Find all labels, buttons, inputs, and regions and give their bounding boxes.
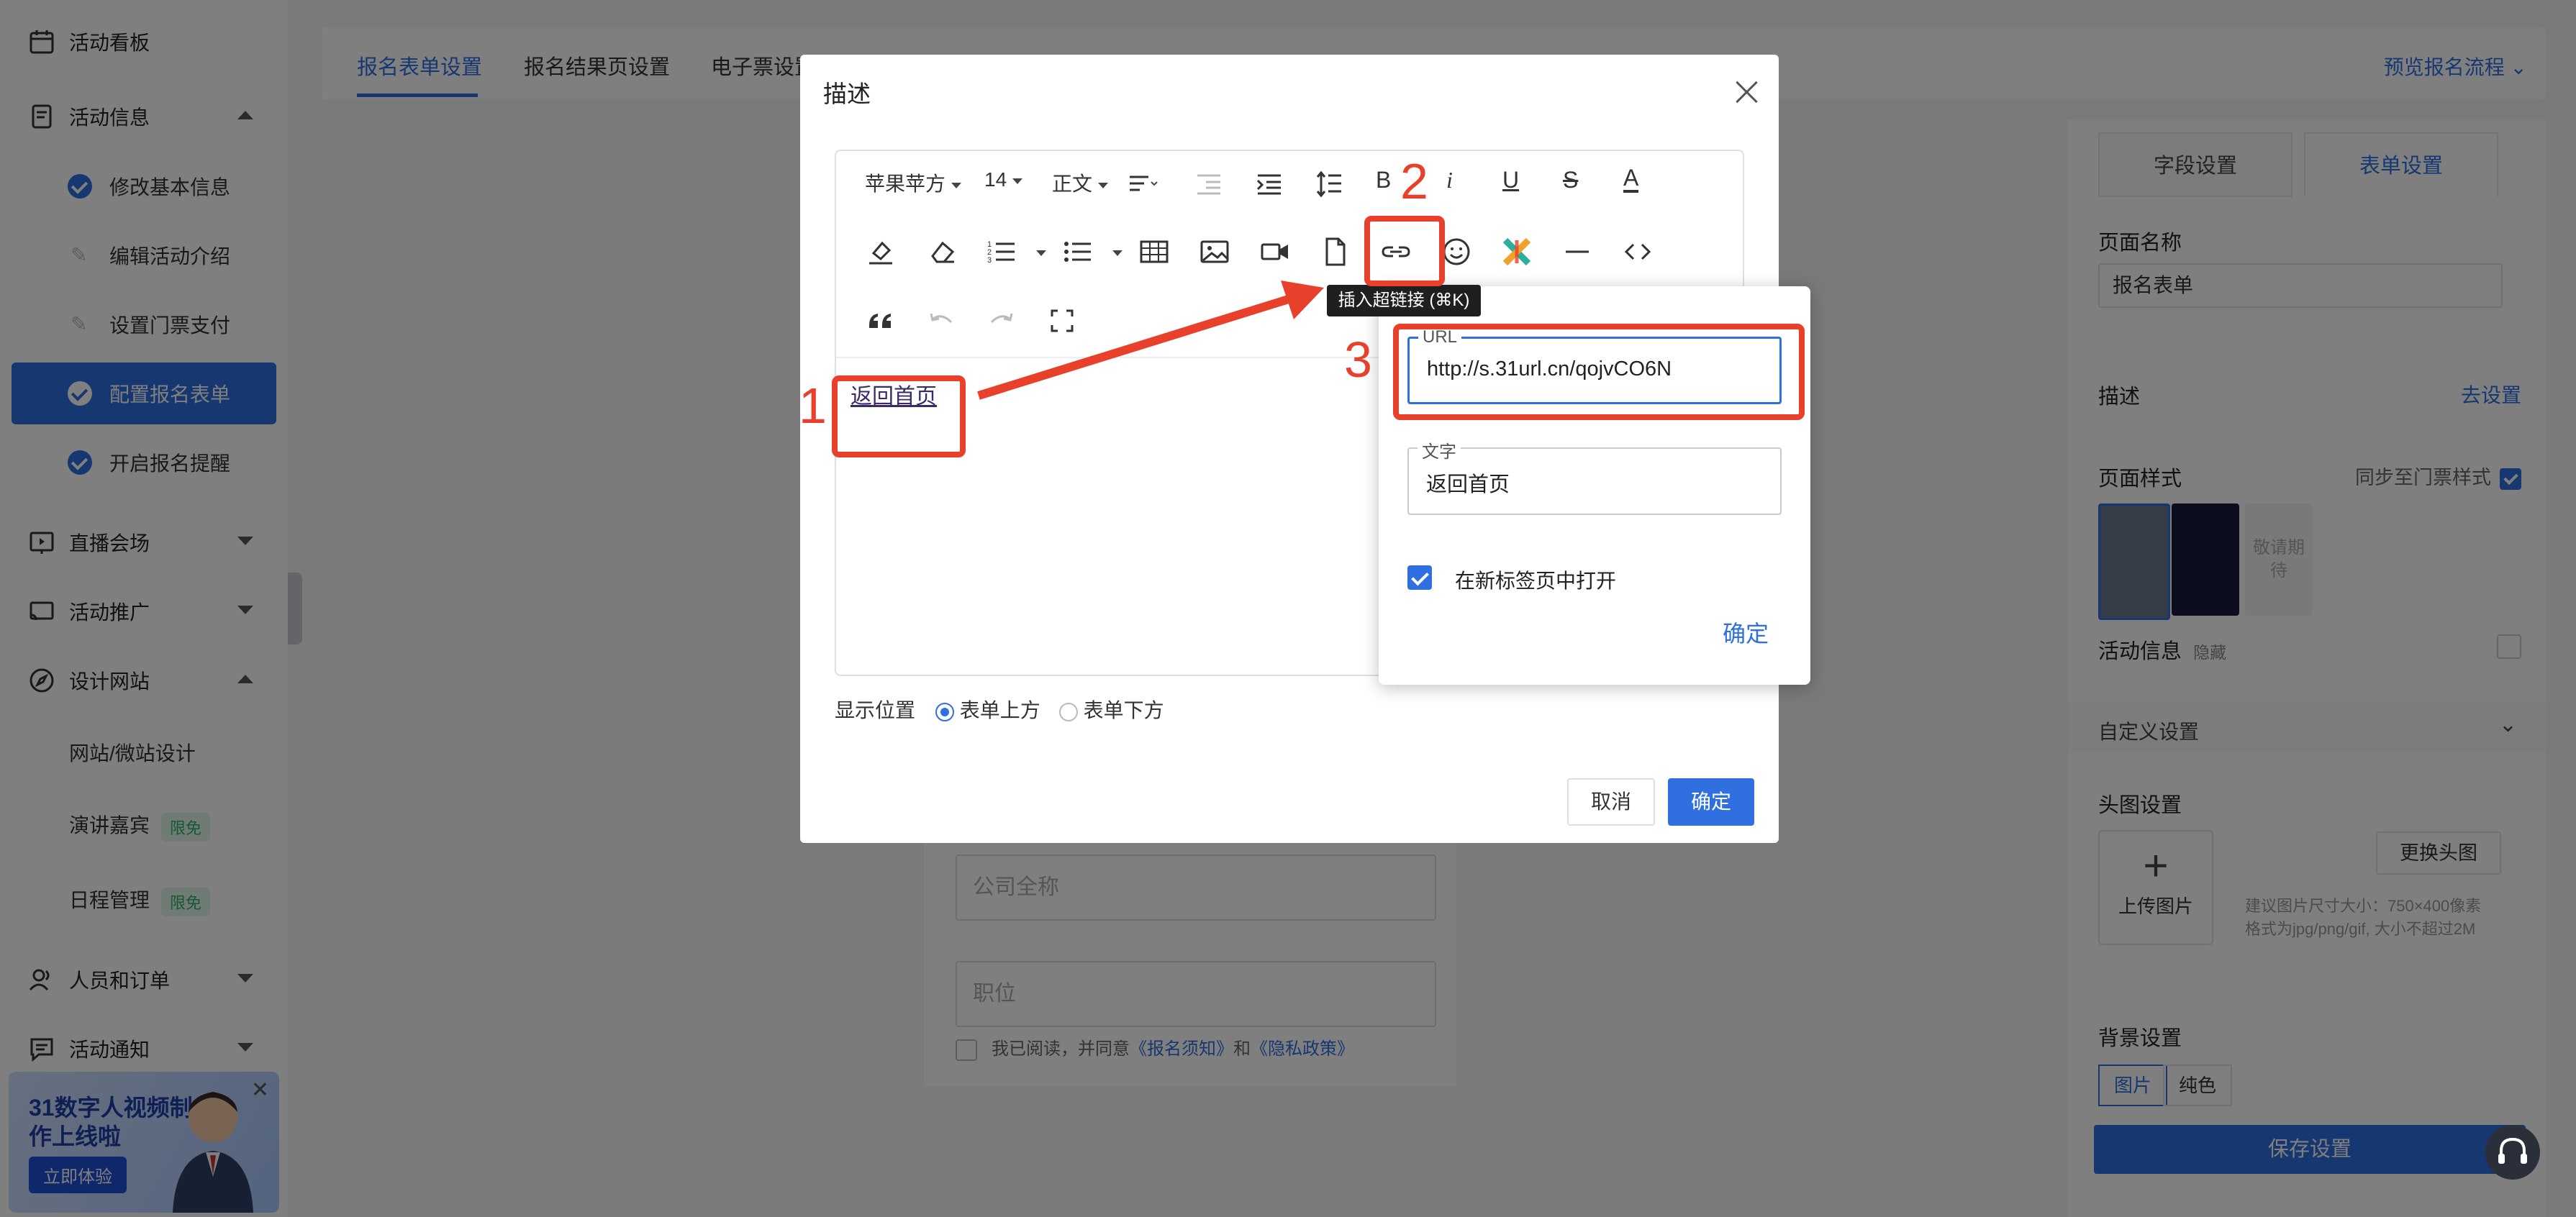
paragraph-value: 正文 — [1052, 173, 1093, 195]
video-icon[interactable] — [1259, 236, 1291, 268]
align-icon[interactable] — [1127, 168, 1158, 200]
divider-icon[interactable] — [1561, 236, 1593, 268]
font-family-select[interactable]: 苹果苹方 — [865, 168, 962, 197]
bold-button[interactable]: B — [1376, 167, 1391, 193]
strikethrough-button[interactable]: S — [1563, 167, 1578, 193]
plugin-logo-icon[interactable] — [1501, 236, 1533, 268]
radio-dot — [1058, 702, 1078, 721]
line-height-icon[interactable] — [1314, 168, 1346, 200]
new-tab-label: 在新标签页中打开 — [1455, 570, 1617, 592]
image-icon[interactable] — [1199, 236, 1230, 268]
paragraph-select[interactable]: 正文 — [1052, 168, 1109, 197]
radio-dot — [935, 702, 954, 721]
headset-icon[interactable] — [2485, 1125, 2540, 1180]
dialog-title: 描述 — [823, 81, 871, 107]
annotation-arrow — [977, 281, 1324, 400]
bullet-list-icon[interactable] — [1062, 236, 1094, 268]
underline-button[interactable]: U — [1502, 167, 1519, 193]
annotation-box-2 — [1364, 216, 1445, 286]
confirm-button[interactable]: 确定 — [1668, 778, 1754, 826]
new-tab-checkbox[interactable] — [1407, 565, 1432, 590]
undo-icon[interactable] — [925, 305, 957, 337]
text-value: 返回首页 — [1426, 473, 1510, 496]
annotation-box-1 — [832, 375, 966, 457]
text-label: 文字 — [1418, 437, 1461, 462]
caret-down-icon — [1098, 182, 1109, 188]
caret-down-icon — [1012, 178, 1023, 184]
emoji-icon[interactable] — [1441, 236, 1472, 268]
radio-label: 表单上方 — [959, 699, 1040, 721]
annotation-number-2: 2 — [1400, 153, 1428, 209]
indent-icon[interactable] — [1253, 168, 1285, 200]
file-icon[interactable] — [1320, 236, 1351, 268]
position-label: 显示位置 — [835, 699, 916, 721]
radio-label: 表单下方 — [1083, 699, 1164, 721]
annotation-number-1: 1 — [799, 378, 827, 434]
caret-down-icon[interactable] — [1036, 250, 1046, 256]
table-icon[interactable] — [1138, 236, 1170, 268]
quote-icon[interactable] — [865, 305, 897, 337]
radio-below[interactable]: 表单下方 — [1058, 699, 1164, 721]
eraser-icon[interactable] — [927, 236, 958, 268]
code-icon[interactable] — [1622, 236, 1654, 268]
close-icon[interactable] — [1736, 81, 1759, 104]
font-size-select[interactable]: 14 — [984, 168, 1023, 191]
cancel-button[interactable]: 取消 — [1567, 778, 1655, 826]
svg-text:3: 3 — [987, 256, 992, 265]
caret-down-icon — [951, 182, 962, 188]
outdent-icon[interactable] — [1193, 168, 1225, 200]
display-position-row: 显示位置 表单上方 表单下方 — [835, 695, 1164, 724]
ordered-list-icon[interactable]: 123 — [986, 236, 1017, 268]
font-size-value: 14 — [984, 168, 1007, 191]
italic-button[interactable]: i — [1446, 167, 1453, 193]
caret-down-icon[interactable] — [1112, 250, 1123, 256]
font-color-button[interactable]: A — [1623, 165, 1639, 193]
font-family-value: 苹果苹方 — [865, 173, 946, 195]
radio-above[interactable]: 表单上方 — [935, 699, 1040, 721]
annotation-box-3 — [1393, 324, 1805, 420]
link-confirm-button[interactable]: 确定 — [1723, 616, 1769, 649]
highlight-icon[interactable] — [865, 236, 897, 268]
link-text-input[interactable]: 文字 返回首页 — [1407, 437, 1782, 515]
